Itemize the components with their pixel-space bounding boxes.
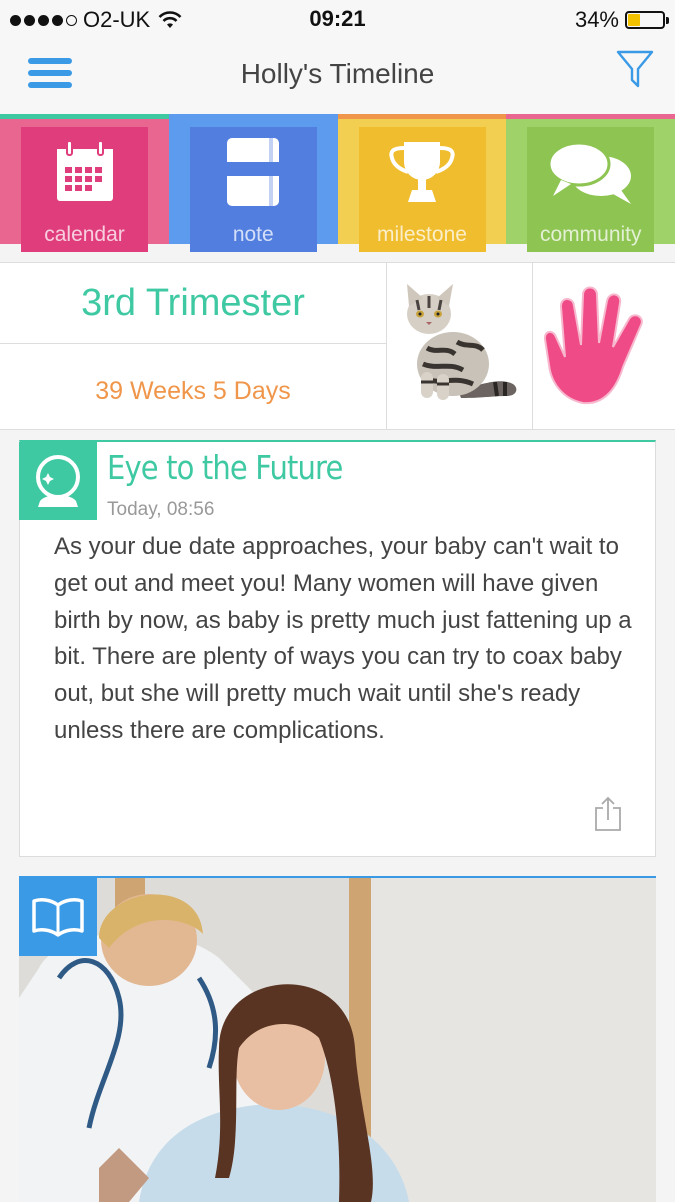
tile-label-calendar: calendar xyxy=(44,223,125,246)
cat-illustration xyxy=(406,284,516,400)
article-title: Eye to the Future xyxy=(107,448,343,487)
doctor-patient-photo xyxy=(19,878,656,1202)
community-button[interactable]: community xyxy=(527,127,655,252)
tile-label-milestone: milestone xyxy=(377,223,467,246)
page-title: Holly's Timeline xyxy=(240,58,435,89)
article-body: As your due date approaches, your baby c… xyxy=(54,533,632,744)
share-icon[interactable] xyxy=(593,796,623,832)
clock: 09:21 xyxy=(309,6,366,31)
tile-background: milestone xyxy=(337,119,507,252)
tile-label-note: note xyxy=(232,223,274,246)
filter-icon[interactable] xyxy=(615,48,655,90)
article-category-badge xyxy=(19,878,97,956)
navigation-bar: Holly's Timeline xyxy=(0,38,675,114)
trophy-icon xyxy=(389,142,455,202)
trimester-label: 3rd Trimester xyxy=(0,263,386,344)
milestone-button[interactable]: milestone xyxy=(358,127,486,252)
battery-status: 34% xyxy=(574,7,669,33)
article-timestamp: Today, 08:56 xyxy=(107,499,215,520)
tile-background: community xyxy=(506,119,675,252)
pregnancy-progress-panel: 3rd Trimester 39 Weeks 5 Days xyxy=(0,262,675,430)
calendar-icon xyxy=(56,140,113,201)
note-icon xyxy=(227,138,280,206)
chat-bubbles-icon xyxy=(547,141,631,204)
note-button[interactable]: note xyxy=(189,127,317,252)
calendar-button[interactable]: calendar xyxy=(21,127,148,252)
tile-label-community: community xyxy=(539,223,642,246)
status-bar: O2-UK 09:21 34% xyxy=(0,0,675,38)
article-card[interactable]: Eye to the Future Today, 08:56 As your d… xyxy=(19,440,656,857)
tile-background: note xyxy=(168,119,338,252)
article-category-badge xyxy=(19,442,97,520)
baby-size-comparison-cat-image[interactable] xyxy=(387,263,533,429)
battery-icon xyxy=(625,11,669,29)
baby-hand-image[interactable] xyxy=(533,263,675,429)
article-image-card[interactable] xyxy=(19,876,656,1202)
hand-icon xyxy=(543,286,643,405)
book-icon xyxy=(32,898,84,937)
weeks-days-label: 39 Weeks 5 Days xyxy=(95,377,291,405)
tile-background: calendar xyxy=(0,119,169,252)
battery-percent: 34% xyxy=(574,7,619,32)
crystal-ball-icon xyxy=(36,455,80,507)
category-tiles: calendar note milestone community xyxy=(0,119,675,252)
pregnancy-progress-text: 3rd Trimester 39 Weeks 5 Days xyxy=(0,263,387,429)
